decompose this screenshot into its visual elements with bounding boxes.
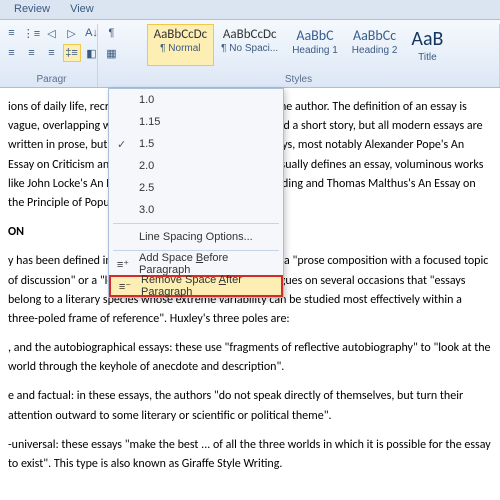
justify-button[interactable]: ≡: [43, 44, 61, 62]
number-list-button[interactable]: ≡: [3, 24, 21, 42]
line-spacing-button[interactable]: ‡≡: [63, 44, 81, 62]
remove-space-after-paragraph[interactable]: ≡⁻ Remove Space After Paragraph: [109, 275, 283, 297]
increase-indent-button[interactable]: ▷: [63, 24, 81, 42]
ribbon: ☰ ≡ ⋮≡ ◁ ▷ A↓ ¶ ≡ ≡ ≡ ≡ ‡≡ ◧ ▦ Paragr A: [0, 20, 500, 88]
add-space-before-icon: ≡⁺: [115, 256, 131, 272]
spacing-1-5[interactable]: 1.5: [109, 133, 283, 155]
spacing-1-0[interactable]: 1.0: [109, 89, 283, 111]
style-normal-label: ¶ Normal: [160, 43, 200, 54]
style-normal[interactable]: AaBbCcDc ¶ Normal: [147, 24, 215, 66]
group-label-paragraph: Paragr: [36, 74, 66, 87]
group-styles: AaBbCcDc ¶ Normal AaBbCcDc ¶ No Spaci...…: [98, 24, 500, 87]
doc-paragraph-3: , and the autobiographical essays: these…: [8, 339, 492, 377]
doc-paragraph-5: -universal: these essays "make the best …: [8, 436, 492, 474]
tab-view[interactable]: View: [60, 0, 104, 19]
decrease-indent-button[interactable]: ◁: [43, 24, 61, 42]
style-normal-preview: AaBbCcDc: [154, 27, 208, 42]
bullet-list-button[interactable]: ☰: [0, 24, 1, 42]
ribbon-tabs: Review View: [0, 0, 500, 20]
style-heading1[interactable]: AaBbC Heading 1: [285, 24, 345, 66]
remove-space-after-icon: ≡⁻: [117, 278, 133, 294]
add-space-before-label: Add Space Before Paragraph: [139, 252, 277, 276]
style-heading1-label: Heading 1: [292, 45, 338, 56]
spacing-1-15[interactable]: 1.15: [109, 111, 283, 133]
add-space-before-paragraph[interactable]: ≡⁺ Add Space Before Paragraph: [109, 253, 283, 275]
line-spacing-options[interactable]: Line Spacing Options...: [109, 226, 283, 248]
style-heading2-preview: AaBbCc: [353, 27, 396, 44]
group-paragraph: ☰ ≡ ⋮≡ ◁ ▷ A↓ ¶ ≡ ≡ ≡ ≡ ‡≡ ◧ ▦ Paragr: [6, 24, 98, 87]
remove-space-after-label: Remove Space After Paragraph: [141, 274, 275, 298]
style-title[interactable]: AaB Title: [404, 24, 450, 66]
group-label-styles: Styles: [285, 74, 312, 87]
style-title-label: Title: [418, 52, 437, 63]
doc-paragraph-4: e and factual: in these essays, the auth…: [8, 387, 492, 425]
align-center-button[interactable]: ≡: [3, 44, 21, 62]
style-nospacing-preview: AaBbCcDc: [223, 27, 277, 42]
align-right-button[interactable]: ≡: [23, 44, 41, 62]
style-heading1-preview: AaBbC: [296, 27, 333, 44]
line-spacing-dropdown: 1.0 1.15 1.5 2.0 2.5 3.0 Line Spacing Op…: [108, 88, 284, 298]
dropdown-separator-2: [113, 250, 279, 251]
style-heading2-label: Heading 2: [352, 45, 398, 56]
dropdown-separator-1: [113, 223, 279, 224]
spacing-2-0[interactable]: 2.0: [109, 155, 283, 177]
style-nospacing-label: ¶ No Spaci...: [221, 43, 278, 54]
spacing-3-0[interactable]: 3.0: [109, 199, 283, 221]
align-left-button[interactable]: ≡: [0, 44, 1, 62]
multilevel-list-button[interactable]: ⋮≡: [23, 24, 41, 42]
tab-review[interactable]: Review: [4, 0, 60, 19]
style-title-preview: AaB: [411, 27, 443, 51]
style-nospacing[interactable]: AaBbCcDc ¶ No Spaci...: [214, 24, 285, 66]
style-heading2[interactable]: AaBbCc Heading 2: [345, 24, 405, 66]
spacing-2-5[interactable]: 2.5: [109, 177, 283, 199]
